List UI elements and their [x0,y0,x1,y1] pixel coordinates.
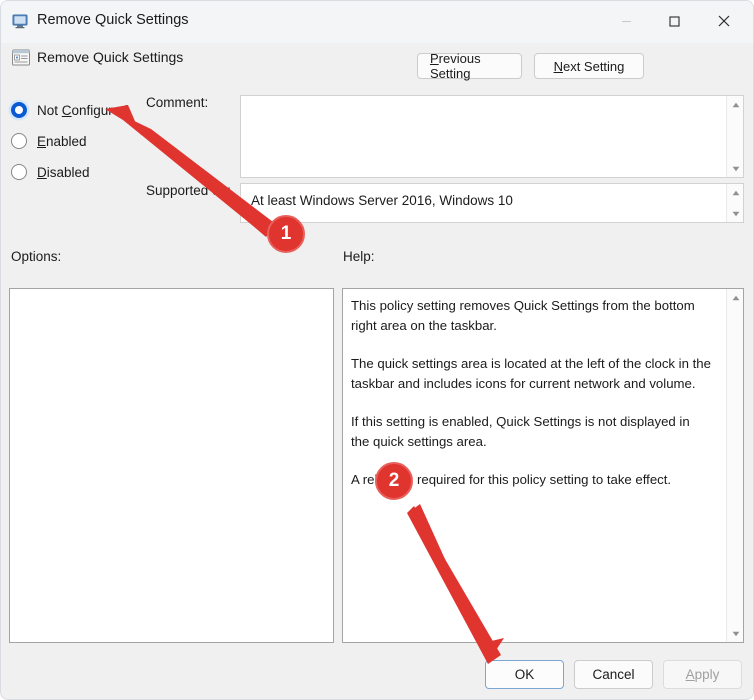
maximize-button[interactable] [651,1,697,41]
comment-label: Comment: [146,95,209,110]
supported-on-scrollbar[interactable] [726,184,743,222]
options-panel[interactable] [9,288,334,643]
annotation-badge-1: 1 [267,215,305,253]
ok-label: OK [514,667,535,682]
scroll-up-icon[interactable] [727,290,743,305]
comment-input[interactable] [240,95,744,178]
disabled-radio[interactable]: Disabled [11,162,90,182]
options-label: Options: [11,249,62,264]
window-title: Remove Quick Settings [37,12,189,28]
cancel-label: Cancel [592,667,635,682]
policy-setting-dialog: Remove Quick Settings Remove Quick Setti… [0,0,754,700]
supported-on-label: Supported on: [146,183,231,198]
supported-on-value: At least Windows Server 2016, Windows 10 [251,193,513,208]
next-setting-button[interactable]: Next Setting [534,53,644,79]
minimize-icon [621,20,631,22]
not-configured-label: Not Configured [37,102,128,118]
enabled-radio[interactable]: Enabled [11,131,87,151]
scroll-up-icon[interactable] [727,97,743,112]
help-paragraph: The quick settings area is located at th… [351,356,711,391]
close-icon [718,15,730,27]
scroll-down-icon[interactable] [727,206,743,221]
next-setting-label: ext Setting [562,58,625,74]
scroll-up-icon[interactable] [727,185,743,200]
help-paragraph: This policy setting removes Quick Settin… [351,298,695,333]
help-scrollbar[interactable] [726,289,743,642]
radio-unselected-icon [11,133,27,149]
title-bar: Remove Quick Settings [1,1,753,43]
enabled-label: Enabled [37,133,87,149]
previous-setting-button[interactable]: Previous Setting [417,51,522,81]
radio-selected-icon [11,102,27,118]
disabled-label: Disabled [37,164,90,180]
annotation-badge-2: 2 [375,462,413,500]
close-button[interactable] [701,1,747,41]
policy-setting-icon [11,49,31,67]
scroll-down-icon[interactable] [727,161,743,176]
not-configured-radio[interactable]: Not Configured [11,100,128,120]
scroll-down-icon[interactable] [727,626,743,641]
radio-unselected-icon [11,164,27,180]
maximize-icon [668,15,680,27]
next-setting-accel: N [553,58,563,74]
computer-monitor-icon [11,11,31,31]
help-paragraph: If this setting is enabled, Quick Settin… [351,414,690,449]
apply-label: Apply [685,667,720,682]
supported-on-field[interactable]: At least Windows Server 2016, Windows 10 [240,183,744,223]
comment-scrollbar[interactable] [726,96,743,177]
previous-setting-accel: P [430,51,439,66]
apply-button: Apply [663,660,742,689]
help-label: Help: [343,249,375,264]
policy-name-label: Remove Quick Settings [37,49,184,65]
minimize-button[interactable] [603,1,649,41]
ok-button[interactable]: OK [485,660,564,689]
cancel-button[interactable]: Cancel [574,660,653,689]
help-text: This policy setting removes Quick Settin… [351,296,711,490]
